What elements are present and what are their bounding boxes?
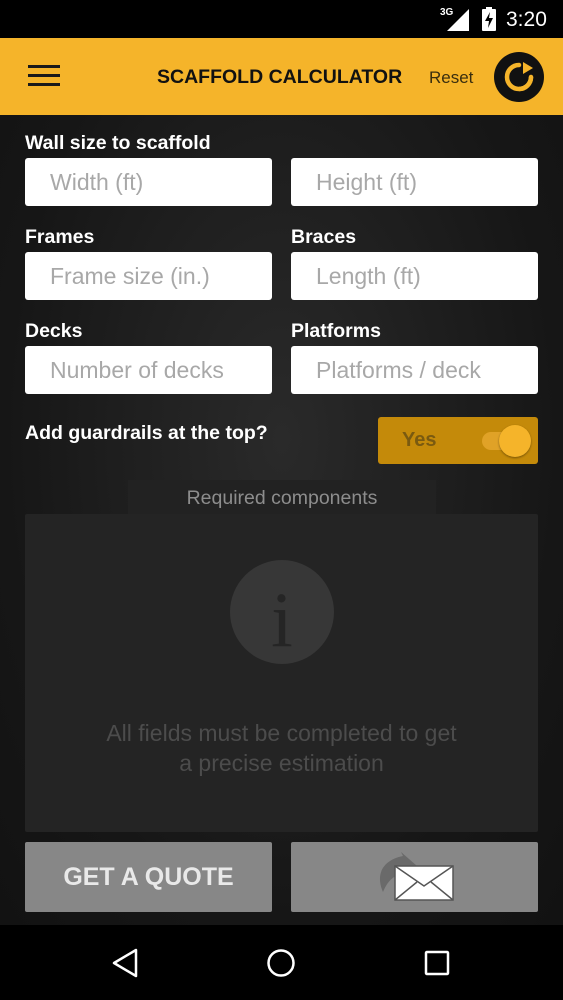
get-quote-label: GET A QUOTE bbox=[63, 862, 234, 891]
info-icon: i bbox=[230, 560, 334, 664]
guardrails-label: Add guardrails at the top? bbox=[25, 422, 268, 444]
status-bar: 3G 3:20 bbox=[0, 0, 563, 38]
signal-icon bbox=[447, 9, 469, 31]
frames-label: Frames bbox=[25, 226, 95, 248]
email-button[interactable] bbox=[291, 842, 538, 912]
width-input[interactable] bbox=[25, 158, 272, 206]
toggle-knob[interactable] bbox=[499, 425, 531, 457]
back-icon[interactable] bbox=[111, 948, 139, 978]
info-message: All fields must be completed to get a pr… bbox=[25, 718, 538, 778]
info-message-line2: a precise estimation bbox=[179, 750, 384, 776]
reset-link[interactable]: Reset bbox=[429, 68, 473, 88]
get-quote-button[interactable]: GET A QUOTE bbox=[25, 842, 272, 912]
battery-charging-icon bbox=[482, 7, 496, 31]
email-share-icon bbox=[379, 852, 454, 901]
decks-label: Decks bbox=[25, 320, 83, 342]
decks-input[interactable] bbox=[25, 346, 272, 394]
page-title: SCAFFOLD CALCULATOR bbox=[157, 66, 403, 88]
calculator-form: Wall size to scaffold Frames Braces Deck… bbox=[0, 115, 563, 925]
menu-icon[interactable] bbox=[28, 65, 60, 87]
info-message-line1: All fields must be completed to get bbox=[106, 720, 457, 746]
platforms-label: Platforms bbox=[291, 320, 381, 342]
frame-size-input[interactable] bbox=[25, 252, 272, 300]
braces-label: Braces bbox=[291, 226, 357, 248]
reset-icon bbox=[504, 62, 534, 92]
guardrails-toggle[interactable]: Yes bbox=[378, 417, 538, 464]
results-panel: i All fields must be completed to get a … bbox=[25, 514, 538, 832]
recents-icon[interactable] bbox=[424, 950, 450, 976]
brace-length-input[interactable] bbox=[291, 252, 538, 300]
toggle-label: Yes bbox=[402, 429, 437, 451]
clock: 3:20 bbox=[506, 8, 547, 31]
reset-button[interactable] bbox=[494, 52, 544, 102]
navigation-bar bbox=[0, 925, 563, 1000]
app-bar: SCAFFOLD CALCULATOR Reset bbox=[0, 38, 563, 115]
home-icon[interactable] bbox=[266, 948, 296, 978]
height-input[interactable] bbox=[291, 158, 538, 206]
required-components-tab: Required components bbox=[128, 480, 436, 515]
platforms-input[interactable] bbox=[291, 346, 538, 394]
wall-size-label: Wall size to scaffold bbox=[25, 132, 211, 154]
